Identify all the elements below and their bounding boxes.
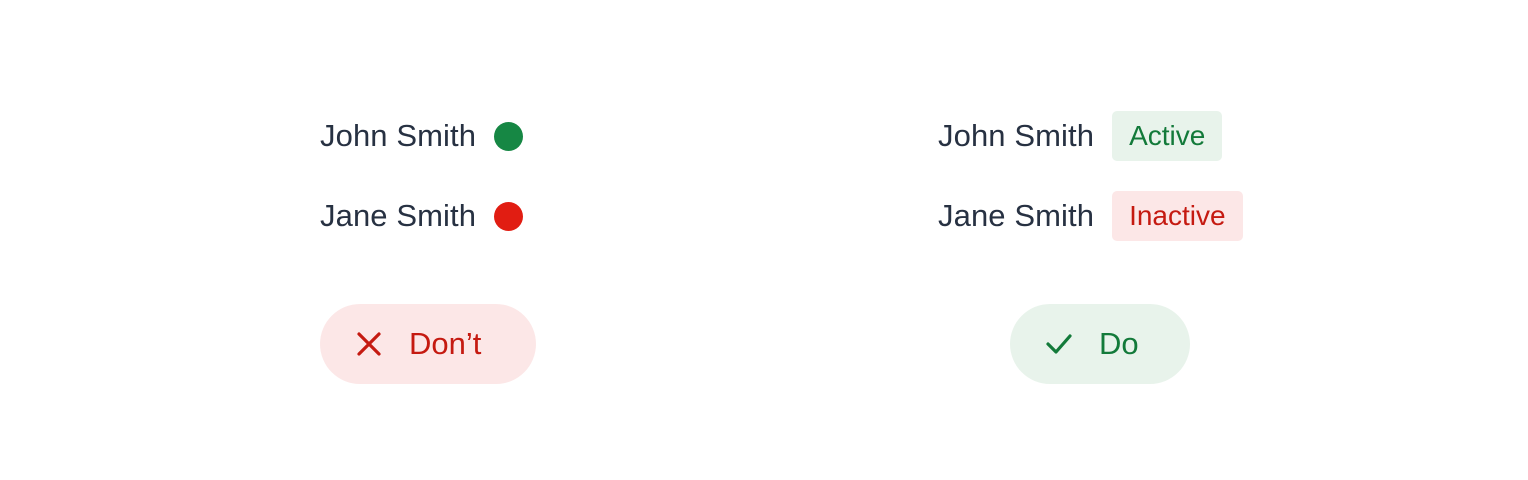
- dont-label-pill: Don’t: [320, 304, 536, 384]
- dont-label: Don’t: [409, 326, 482, 361]
- status-badge-inactive: Inactive: [1112, 191, 1243, 241]
- dont-example-panel: John Smith Jane Smith: [320, 0, 740, 480]
- do-label-pill: Do: [1010, 304, 1190, 384]
- user-name: Jane Smith: [320, 198, 477, 233]
- user-row-john-do: John Smith Active: [938, 110, 1223, 162]
- status-dot-inactive: [494, 201, 524, 231]
- status-badge-active: Active: [1112, 111, 1223, 161]
- check-icon: [1045, 330, 1073, 358]
- user-row-jane-do: Jane Smith Inactive: [938, 190, 1243, 242]
- close-icon: [355, 330, 383, 358]
- user-name: Jane Smith: [938, 198, 1095, 233]
- user-row-jane-dont: Jane Smith: [320, 190, 524, 242]
- user-name: John Smith: [320, 118, 477, 153]
- user-row-john-dont: John Smith: [320, 110, 524, 162]
- do-example-panel: John Smith Active Jane Smith Inactive: [938, 0, 1358, 480]
- do-label: Do: [1099, 326, 1139, 361]
- user-name: John Smith: [938, 118, 1095, 153]
- status-dot-active: [494, 121, 524, 151]
